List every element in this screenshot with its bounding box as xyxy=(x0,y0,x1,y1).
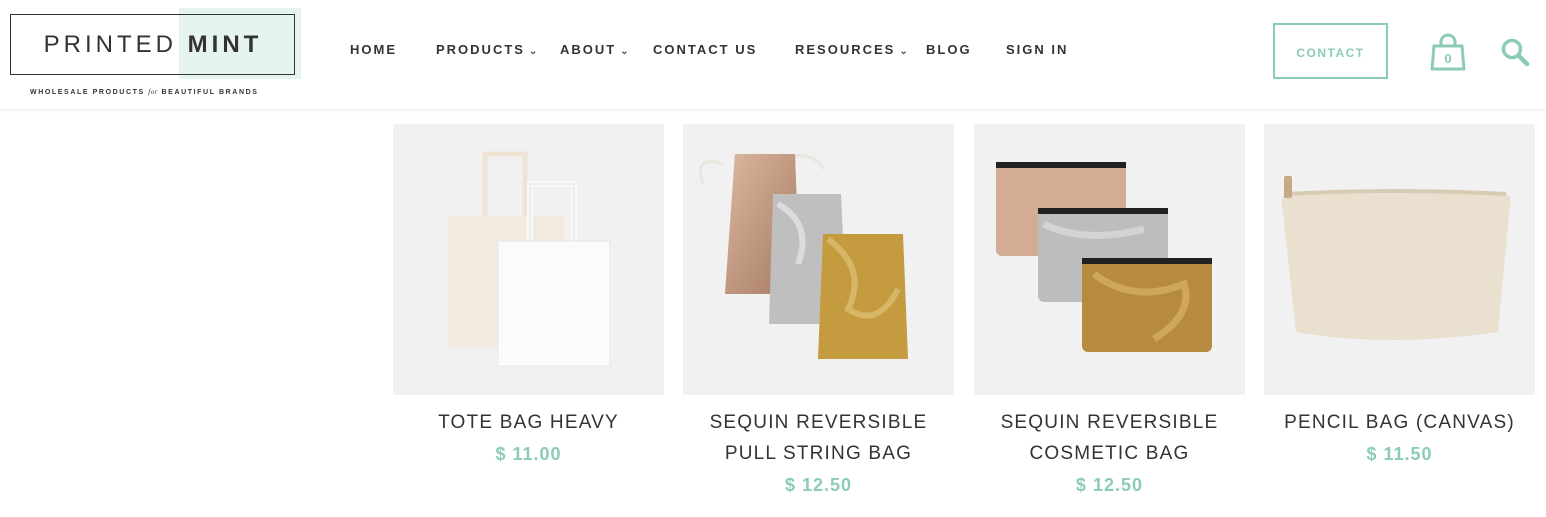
nav-products-label: PRODUCTS xyxy=(436,42,525,57)
nav-resources-label: RESOURCES xyxy=(795,42,896,57)
chevron-down-icon: ⌄ xyxy=(899,46,910,57)
pencil-bag-illustration xyxy=(1281,176,1511,340)
product-image-pull-string-bag[interactable] xyxy=(683,124,954,395)
site-header: PRINTED MINT WHOLESALE PRODUCTS for BEAU… xyxy=(0,0,1546,110)
product-image-cosmetic-bag[interactable] xyxy=(974,124,1245,395)
logo-word-mint: MINT xyxy=(187,31,263,58)
product-image-pencil-bag[interactable] xyxy=(1264,124,1535,395)
product-name-line2: COSMETIC BAG xyxy=(1029,443,1190,464)
nav-home[interactable]: HOME xyxy=(350,42,397,57)
nav-about-label: ABOUT xyxy=(560,42,617,57)
tagline-part1: WHOLESALE PRODUCTS xyxy=(30,89,149,96)
product-card[interactable]: PENCIL BAG (CANVAS) $ 11.50 xyxy=(1264,124,1535,465)
tote-bag-illustration xyxy=(448,151,611,367)
logo-tagline: WHOLESALE PRODUCTS for BEAUTIFUL BRANDS xyxy=(30,88,280,96)
logo-word-printed: PRINTED xyxy=(43,31,177,58)
nav-sign-in-label: SIGN IN xyxy=(1006,42,1069,57)
product-price: $ 12.50 xyxy=(784,475,853,495)
product-card[interactable]: SEQUIN REVERSIBLE COSMETIC BAG $ 12.50 xyxy=(974,124,1245,496)
chevron-down-icon: ⌄ xyxy=(620,46,631,57)
cart-count: 0 xyxy=(1444,51,1452,66)
nav-about[interactable]: ABOUT ⌄ xyxy=(560,42,631,57)
cart-button[interactable]: 0 xyxy=(1430,32,1466,72)
nav-resources[interactable]: RESOURCES ⌄ xyxy=(795,42,910,57)
search-icon xyxy=(1501,38,1530,67)
product-price: $ 12.50 xyxy=(1075,475,1144,495)
product-name[interactable]: TOTE BAG HEAVY xyxy=(393,407,664,438)
tagline-italic: for xyxy=(148,88,158,96)
product-name-line1: SEQUIN REVERSIBLE xyxy=(709,412,928,433)
product-card[interactable]: TOTE BAG HEAVY $ 11.00 xyxy=(393,124,664,465)
product-card[interactable]: SEQUIN REVERSIBLE PULL STRING BAG $ 12.50 xyxy=(683,124,954,496)
product-name-line2: PULL STRING BAG xyxy=(724,443,913,464)
pull-string-bag-illustration xyxy=(699,154,908,359)
tagline-part2: BEAUTIFUL BRANDS xyxy=(157,89,259,96)
nav-contact-us-label: CONTACT US xyxy=(653,42,758,57)
product-name[interactable]: PENCIL BAG (CANVAS) xyxy=(1264,407,1535,438)
nav-sign-in[interactable]: SIGN IN xyxy=(1006,42,1068,57)
nav-contact-us[interactable]: CONTACT US xyxy=(653,42,757,57)
nav-blog-label: BLOG xyxy=(926,42,972,57)
product-name-line1: SEQUIN REVERSIBLE xyxy=(1000,412,1219,433)
search-button[interactable] xyxy=(1500,37,1530,67)
chevron-down-icon: ⌄ xyxy=(528,46,540,57)
nav-products[interactable]: PRODUCTS ⌄ xyxy=(436,42,539,57)
nav-blog[interactable]: BLOG xyxy=(926,42,972,57)
product-name[interactable]: SEQUIN REVERSIBLE PULL STRING BAG xyxy=(683,407,954,469)
product-name-line1: TOTE BAG HEAVY xyxy=(438,412,619,433)
product-image-tote-bag[interactable] xyxy=(393,124,664,395)
product-name-line1: PENCIL BAG (CANVAS) xyxy=(1284,412,1515,433)
logo-wordmark: PRINTED MINT xyxy=(10,14,296,76)
cosmetic-bag-illustration xyxy=(996,162,1212,352)
product-price: $ 11.50 xyxy=(1366,444,1433,464)
contact-button[interactable]: CONTACT xyxy=(1273,23,1388,79)
product-name[interactable]: SEQUIN REVERSIBLE COSMETIC BAG xyxy=(974,407,1245,469)
product-price: $ 11.00 xyxy=(495,444,562,464)
site-logo[interactable]: PRINTED MINT WHOLESALE PRODUCTS for BEAU… xyxy=(10,8,302,104)
nav-home-label: HOME xyxy=(350,42,397,57)
